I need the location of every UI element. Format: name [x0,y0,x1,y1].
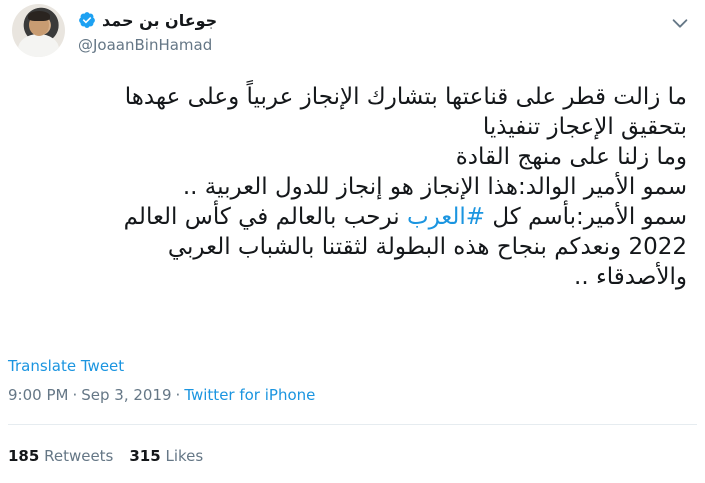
tweet-line: وما زلنا على منهج القادة [455,144,687,170]
tweet-line: سمو الأمير الوالد:هذا الإنجاز هو إنجاز ل… [182,174,687,200]
chevron-down-icon[interactable] [669,12,691,34]
author-handle[interactable]: @JoaanBinHamad [78,36,212,54]
divider [8,424,697,425]
hashtag-link[interactable]: #العرب [407,204,485,230]
tweet-line-suffix: نرحب بالعالم في كأس العالم [123,204,400,230]
avatar[interactable] [12,4,65,57]
tweet-line-with-hashtag: سمو الأمير:بأسم كل #العرب نرحب بالعالم ف… [7,202,687,232]
avatar-clothing [18,34,59,57]
meta-separator: · [175,386,181,404]
tweet-meta: 9:00 PM · Sep 3, 2019 · Twitter for iPhone [8,386,315,404]
likes-stat[interactable]: 315 Likes [129,447,203,465]
tweet-line: ما زالت قطر على قناعتها بتشارك الإنجاز ع… [124,84,687,110]
retweets-count: 185 [8,447,40,465]
avatar-hair [28,11,50,21]
likes-count: 315 [129,447,161,465]
likes-label: Likes [165,447,204,465]
tweet-time[interactable]: 9:00 PM [8,386,68,404]
author-name[interactable]: جوعان بن حمد [102,11,217,30]
verified-badge-icon [79,12,95,28]
meta-separator: · [72,386,78,404]
translate-tweet-link[interactable]: Translate Tweet [8,357,124,375]
tweet-line: بتحقيق الإعجاز تنفيذيا [482,114,687,140]
tweet-date[interactable]: Sep 3, 2019 [81,386,171,404]
tweet-source-link[interactable]: Twitter for iPhone [184,386,315,404]
tweet-line-prefix: سمو الأمير:بأسم كل [485,204,687,230]
author-header[interactable]: جوعان بن حمد [78,8,217,32]
retweets-stat[interactable]: 185 Retweets [8,447,113,465]
tweet-stats: 185 Retweets 315 Likes [8,447,203,465]
retweets-label: Retweets [44,447,114,465]
tweet-line: 2022 ونعدكم بنجاح هذه البطولة لثقتنا بال… [167,234,687,260]
tweet-text: ما زالت قطر على قناعتها بتشارك الإنجاز ع… [7,82,687,292]
tweet-line: والأصدقاء .. [574,264,687,290]
